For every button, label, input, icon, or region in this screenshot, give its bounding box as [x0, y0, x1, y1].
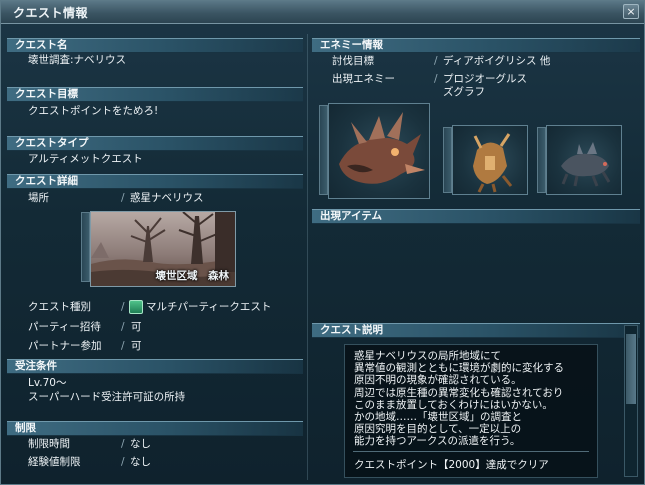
- description-line: 原因不明の現象が確認されている。: [354, 374, 522, 386]
- condition-line-2: スーパーハード受注許可証の所持: [28, 391, 186, 403]
- column-divider: [307, 34, 308, 480]
- quest-goal-header: クエスト目標: [7, 87, 303, 102]
- target-separator: /: [434, 55, 438, 67]
- close-icon: ×: [626, 5, 636, 18]
- area-image: 壊世区域 森林: [90, 211, 236, 287]
- description-line: 能力を持つアークスの派遣を行う。: [354, 435, 521, 447]
- condition-line-1: Lv.70～: [28, 377, 67, 389]
- quest-info-window: クエスト情報 × クエスト名 壊世調査:ナベリウス クエスト目標 クエストポイン…: [0, 0, 645, 485]
- enemy-name-1: プロジオーグルス: [443, 73, 527, 85]
- exp-limit-value: なし: [130, 456, 151, 468]
- time-limit-label: 制限時間: [28, 438, 70, 450]
- target-label: 討伐目標: [332, 55, 374, 67]
- partner-value: 可: [131, 340, 142, 352]
- enemies-label: 出現エネミー: [332, 73, 395, 85]
- location-label: 場所: [28, 192, 49, 204]
- quest-goal-value: クエストポイントをためろ!: [28, 105, 159, 117]
- enemy-card-1-tab: [319, 105, 328, 195]
- party-invite-value: 可: [131, 321, 142, 333]
- quest-name-header: クエスト名: [7, 38, 303, 53]
- location-separator: /: [121, 192, 125, 204]
- items-header: 出現アイテム: [312, 209, 640, 224]
- enemy-card-2-tab: [443, 127, 452, 193]
- quest-kind-label: クエスト種別: [28, 301, 91, 313]
- party-invite-separator: /: [121, 321, 125, 333]
- partner-label: パートナー参加: [28, 340, 102, 352]
- description-divider: [353, 451, 589, 452]
- partner-separator: /: [121, 340, 125, 352]
- enemies-separator: /: [434, 73, 438, 85]
- quest-type-header: クエストタイプ: [7, 136, 303, 151]
- exp-limit-separator: /: [121, 456, 125, 468]
- enemy-info-header: エネミー情報: [312, 38, 640, 53]
- scrollbar-thumb[interactable]: [626, 334, 636, 404]
- quest-name-value: 壊世調査:ナベリウス: [28, 54, 127, 66]
- target-value: ディアボイグリシス 他: [443, 55, 551, 67]
- enemy-name-2: ズグラフ: [443, 86, 485, 98]
- exp-limit-label: 経験値制限: [28, 456, 81, 468]
- area-image-side-tab: [81, 212, 90, 282]
- quest-kind-separator: /: [121, 301, 125, 313]
- limits-header: 制限: [7, 421, 303, 436]
- description-panel: 惑星ナベリウスの局所地域にて 異常値の観測とともに環境が劇的に変化する 原因不明…: [344, 344, 598, 478]
- enemy-card-1[interactable]: [328, 103, 430, 199]
- close-button[interactable]: ×: [623, 4, 639, 19]
- conditions-header: 受注条件: [7, 359, 303, 374]
- area-caption: 壊世区域 森林: [155, 270, 230, 282]
- location-value: 惑星ナベリウス: [130, 192, 204, 204]
- description-scrollbar[interactable]: [624, 325, 638, 477]
- window-title: クエスト情報: [13, 6, 89, 20]
- enemy-1-portrait: [339, 112, 425, 184]
- time-limit-value: なし: [130, 438, 151, 450]
- quest-type-value: アルティメットクエスト: [28, 153, 143, 165]
- enemy-card-2[interactable]: [452, 125, 528, 195]
- party-invite-label: パーティー招待: [28, 321, 101, 333]
- enemy-card-3[interactable]: [546, 125, 622, 195]
- description-header: クエスト説明: [312, 323, 640, 338]
- enemy-card-3-tab: [537, 127, 546, 193]
- time-limit-separator: /: [121, 438, 125, 450]
- title-bar[interactable]: クエスト情報 ×: [1, 1, 644, 24]
- enemy-3-portrait: [561, 142, 611, 187]
- clear-condition: クエストポイント【2000】達成でクリア: [354, 459, 549, 471]
- enemy-2-portrait: [473, 133, 513, 193]
- quest-detail-header: クエスト詳細: [7, 174, 303, 189]
- quest-kind-value: マルチパーティークエスト: [146, 301, 272, 313]
- multi-party-icon: [129, 300, 143, 314]
